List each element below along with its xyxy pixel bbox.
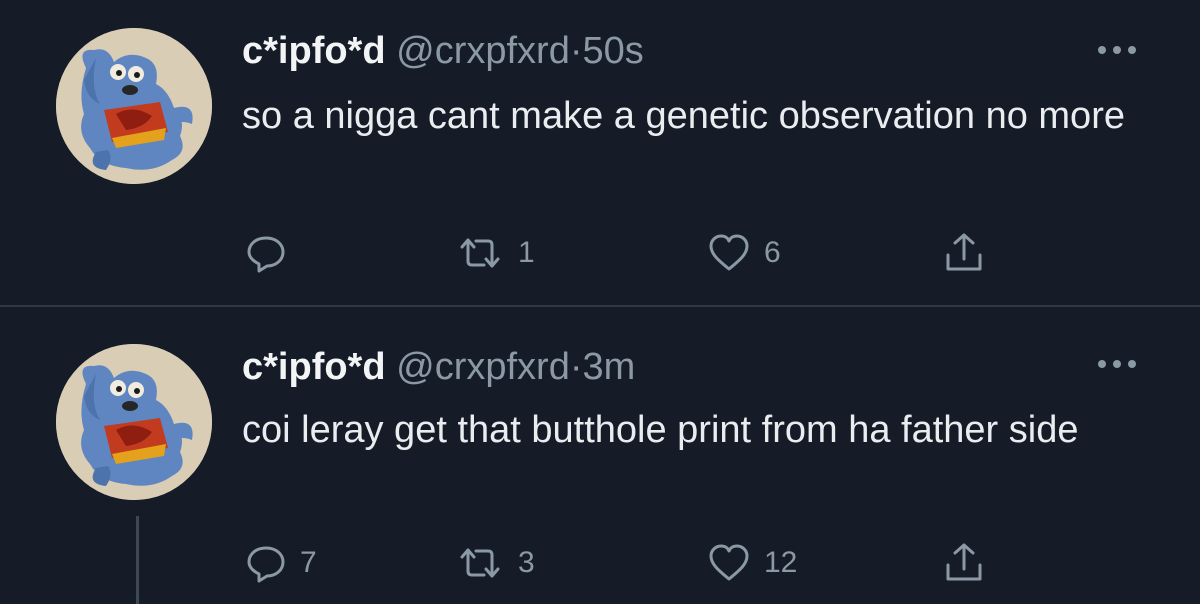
tweet-actions: 7 3 12 (0, 538, 1200, 588)
reply-button[interactable]: 7 (246, 538, 317, 588)
heart-icon (709, 234, 749, 271)
more-options-icon[interactable] (1094, 40, 1140, 60)
tweet-header: c*ipfo*d @crxpfxrd·3m (242, 346, 635, 389)
share-icon (946, 233, 982, 271)
retweet-count: 3 (518, 546, 535, 579)
tweet-header: c*ipfo*d @crxpfxrd·50s (242, 30, 644, 73)
tweet[interactable]: c*ipfo*d @crxpfxrd·50s so a nigga cant m… (0, 0, 1200, 306)
tweet-text: coi leray get that butthole print from h… (242, 409, 1079, 451)
reply-count: 7 (300, 546, 317, 579)
retweet-icon (460, 548, 500, 578)
timestamp[interactable]: 3m (583, 346, 636, 388)
separator-dot: · (569, 346, 583, 388)
retweet-button[interactable]: 1 (456, 228, 535, 278)
more-options-icon[interactable] (1094, 354, 1140, 374)
reply-icon (247, 546, 285, 583)
avatar[interactable] (56, 28, 212, 184)
heart-icon (709, 544, 749, 581)
separator-dot: · (569, 30, 583, 72)
share-icon (946, 543, 982, 581)
tweet-actions: 1 6 (0, 228, 1200, 278)
display-name[interactable]: c*ipfo*d (242, 346, 386, 388)
share-button[interactable] (942, 228, 986, 278)
timestamp[interactable]: 50s (583, 30, 644, 72)
user-handle[interactable]: @crxpfxrd (396, 346, 570, 388)
tweet[interactable]: c*ipfo*d @crxpfxrd·3m coi leray get that… (0, 306, 1200, 604)
display-name[interactable]: c*ipfo*d (242, 30, 386, 72)
tweet-text: so a nigga cant make a genetic observati… (242, 95, 1125, 137)
reply-button[interactable] (246, 228, 300, 278)
avatar[interactable] (56, 344, 212, 500)
retweet-icon (460, 238, 500, 268)
like-button[interactable]: 12 (708, 538, 797, 588)
user-handle[interactable]: @crxpfxrd (396, 30, 570, 72)
retweet-button[interactable]: 3 (456, 538, 535, 588)
retweet-count: 1 (518, 236, 535, 269)
thread-line (136, 516, 139, 604)
like-count: 6 (764, 236, 781, 269)
like-button[interactable]: 6 (708, 228, 781, 278)
like-count: 12 (764, 546, 798, 579)
reply-icon (247, 236, 285, 273)
share-button[interactable] (942, 538, 986, 588)
